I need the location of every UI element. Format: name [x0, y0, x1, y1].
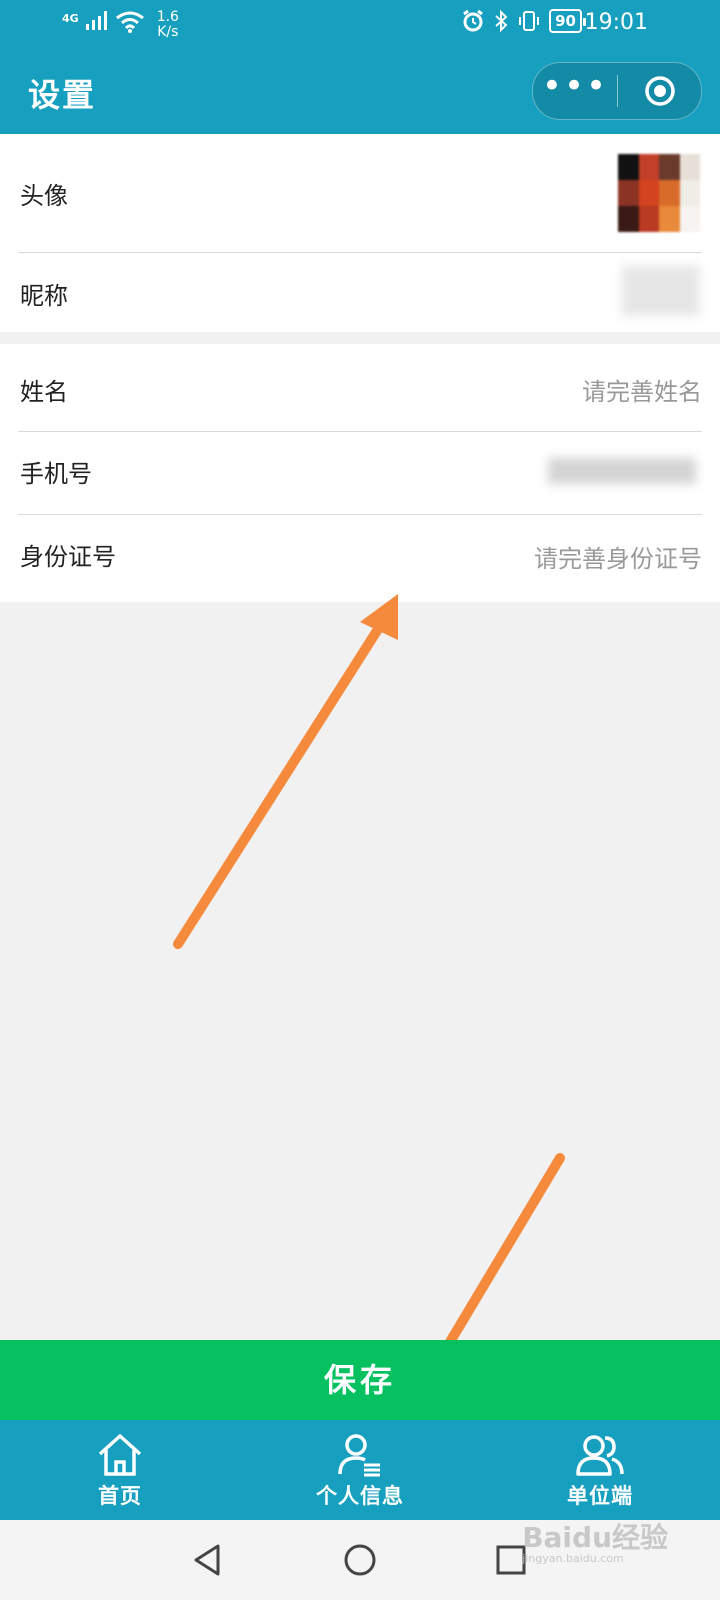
header: 设置 ••• — [0, 50, 720, 134]
clock: 19:01 — [584, 10, 648, 35]
baidu-watermark: Baidu经验 jingyan.baidu.com — [522, 1516, 668, 1565]
page-title: 设置 — [28, 76, 97, 114]
avatar-row[interactable]: 头像 — [18, 134, 702, 253]
profile-section: 头像 昵称 — [0, 134, 720, 332]
id-row[interactable]: 身份证号 请完善身份证号 — [18, 515, 702, 602]
speed-value: 1.6 — [156, 9, 179, 25]
wifi-icon — [115, 11, 144, 33]
tab-unit-label: 单位端 — [567, 1483, 633, 1508]
mini-program-capsule: ••• — [532, 62, 702, 120]
name-label: 姓名 — [20, 378, 68, 406]
group-icon — [576, 1435, 624, 1476]
phone-label: 手机号 — [20, 460, 92, 488]
id-label: 身份证号 — [20, 543, 116, 571]
more-button[interactable]: ••• — [533, 69, 617, 103]
phone-value — [548, 458, 696, 484]
user-info-icon — [338, 1434, 380, 1477]
tab-home-label: 首页 — [98, 1483, 142, 1508]
id-input[interactable]: 请完善身份证号 — [534, 539, 702, 574]
info-section: 姓名 请完善姓名 手机号 身份证号 请完善身份证号 — [0, 344, 720, 602]
tab-personal-info[interactable]: 个人信息 — [240, 1420, 480, 1520]
avatar-label: 头像 — [20, 182, 68, 210]
home-button-icon[interactable] — [342, 1542, 378, 1578]
home-icon — [98, 1434, 142, 1476]
network-type: 4G — [62, 12, 79, 25]
status-left: 4G 1.6 K/s — [62, 10, 179, 40]
avatar[interactable] — [618, 154, 700, 232]
watermark-brand: Baidu经验 — [522, 1521, 668, 1554]
status-right: 90 — [461, 9, 586, 33]
speed-unit: K/s — [157, 24, 179, 40]
nickname-label: 昵称 — [20, 282, 68, 310]
tab-unit[interactable]: 单位端 — [480, 1420, 720, 1520]
phone-row[interactable]: 手机号 — [18, 432, 702, 515]
name-row[interactable]: 姓名 请完善姓名 — [18, 344, 702, 432]
tab-bar: 首页 个人信息 单位端 — [0, 1420, 720, 1520]
save-button[interactable]: 保存 — [0, 1340, 720, 1420]
vibrate-icon — [519, 11, 540, 31]
network-speed: 1.6 K/s — [157, 10, 179, 40]
status-bar: 4G 1.6 K/s 90 19:01 — [0, 0, 720, 50]
tab-personal-info-label: 个人信息 — [316, 1483, 404, 1508]
close-button[interactable] — [618, 75, 701, 107]
tab-home[interactable]: 首页 — [0, 1420, 240, 1520]
arrow-up-icon — [173, 594, 398, 949]
signal-icon — [85, 11, 107, 30]
more-icon: ••• — [541, 66, 609, 106]
nickname-value — [622, 266, 700, 316]
alarm-icon — [463, 9, 484, 32]
back-icon[interactable] — [190, 1542, 224, 1578]
bluetooth-icon — [495, 9, 508, 33]
name-input[interactable]: 请完善姓名 — [582, 372, 702, 407]
target-icon — [644, 76, 675, 106]
nickname-row[interactable]: 昵称 — [18, 252, 702, 332]
battery-level: 90 — [549, 9, 586, 33]
